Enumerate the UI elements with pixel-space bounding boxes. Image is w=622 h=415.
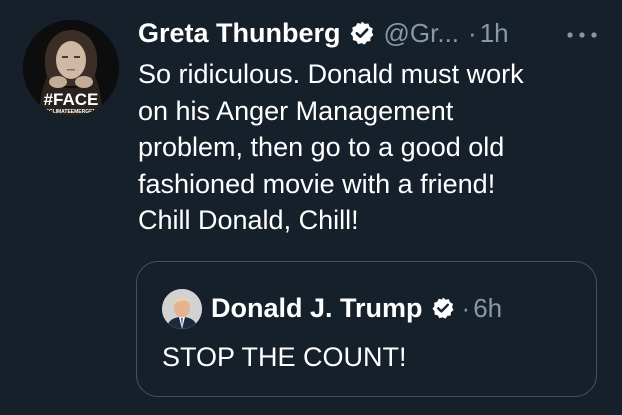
quote-tweet-header: Donald J. Trump · 6h <box>211 286 502 330</box>
tweet-header: Greta Thunberg @Gr... · 1h <box>138 12 509 54</box>
header-separator: · <box>468 17 477 48</box>
quote-tweet-timestamp: 6h <box>473 292 503 323</box>
tweet-text: So ridiculous. Donald must work on his A… <box>138 59 524 235</box>
quote-header-separator: · <box>461 292 471 323</box>
quote-author-avatar <box>162 289 202 329</box>
avatar-image: #FACE THECLIMATEEMERGENCY <box>23 20 119 116</box>
quote-tweet-text: STOP THE COUNT! <box>162 342 407 372</box>
author-handle[interactable]: @Gr... <box>384 18 460 49</box>
tweet-timestamp[interactable]: 1h <box>480 18 509 49</box>
author-display-name[interactable]: Greta Thunberg <box>138 18 341 49</box>
verified-badge-icon <box>431 296 455 320</box>
author-avatar[interactable]: #FACE THECLIMATEEMERGENCY <box>23 20 119 116</box>
avatar-text: #FACE <box>44 90 99 109</box>
verified-badge-icon <box>349 20 375 46</box>
avatar-subtext: THECLIMATEEMERGENCY <box>39 109 104 115</box>
quote-author-display-name: Donald J. Trump <box>211 292 423 323</box>
quote-tweet-card[interactable]: Donald J. Trump · 6h STOP THE COUNT! <box>136 261 597 397</box>
tweet[interactable]: #FACE THECLIMATEEMERGENCY Greta Thunberg… <box>0 0 622 415</box>
more-horizontal-icon[interactable] <box>565 28 599 40</box>
